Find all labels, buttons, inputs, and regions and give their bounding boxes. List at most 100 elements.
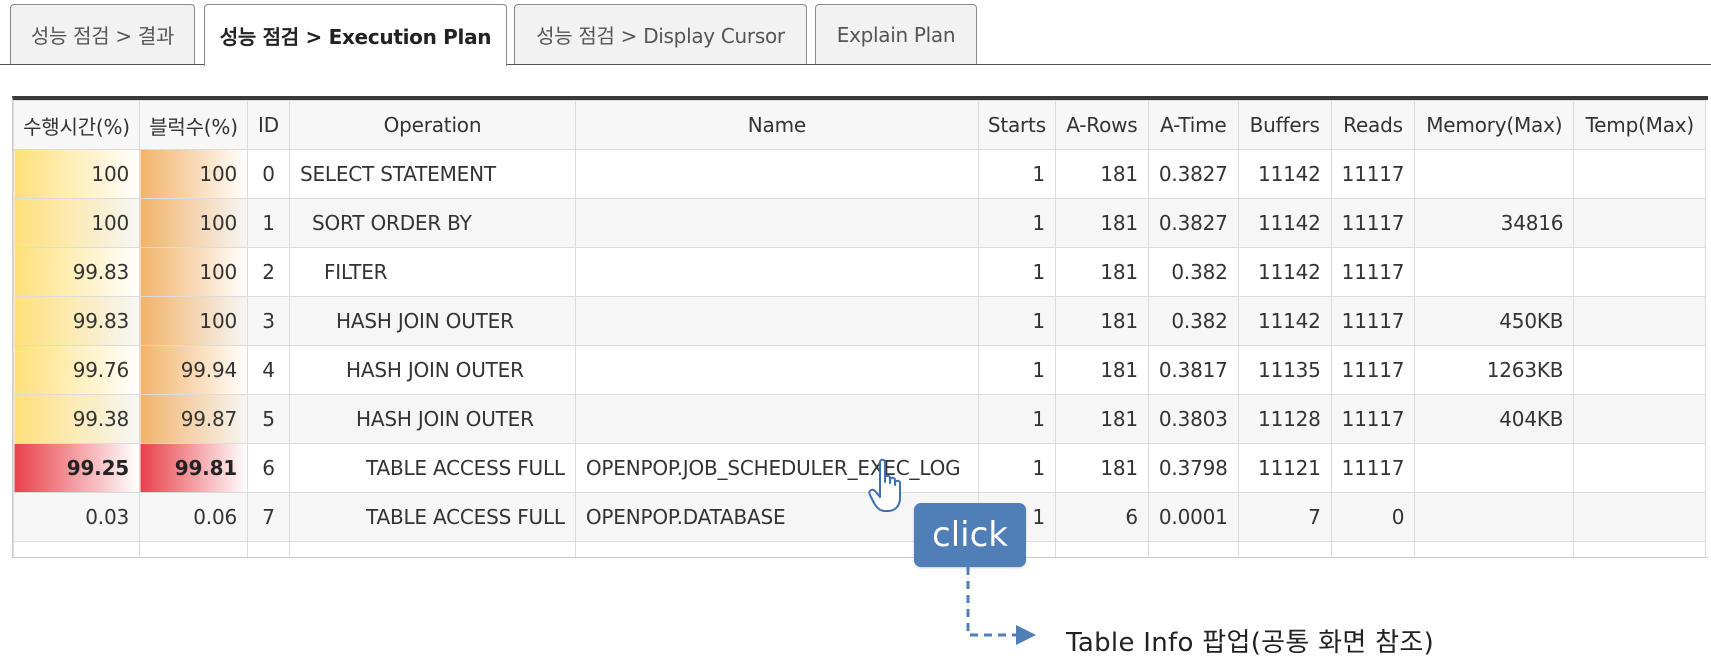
column-header-operation[interactable]: Operation [289, 100, 576, 150]
table-row[interactable]: 99.83 100 2 FILTER 1 181 0.382 11142 11117 [13, 247, 1707, 297]
table-row[interactable]: 0.03 0.06 7 TABLE ACCESS FULL OPENPOP.DATABA… [13, 492, 1707, 542]
table-row[interactable]: 99.25 99.81 6 TABLE ACCESS FULL OPENPOP.JOB_… [13, 443, 1707, 493]
cell-block-pct: 99.94 [139, 345, 248, 395]
tab-explain-plan[interactable]: Explain Plan [815, 4, 977, 64]
cell-buffers: 11128 [1237, 394, 1332, 444]
cell-buffers: 11142 [1237, 296, 1332, 346]
cell-a-time: 0.3817 [1147, 345, 1239, 395]
cell-block-pct: 100 [139, 149, 248, 199]
cell-time-pct: 99.83 [13, 296, 140, 346]
cell-memory-max [1414, 247, 1575, 297]
cell-buffers: 11135 [1237, 345, 1332, 395]
cell-reads: 11117 [1330, 198, 1416, 248]
column-header-block-pct[interactable]: 블럭수(%) [139, 100, 248, 150]
cell-reads: 11117 [1330, 443, 1416, 493]
cell-block-pct: 100 [139, 247, 248, 297]
cell-temp-max [1573, 149, 1707, 199]
tab-execution-plan[interactable]: 성능 점검 > Execution Plan [204, 4, 507, 66]
cell-time-pct: 99.76 [13, 345, 140, 395]
cell-block-pct: 100 [139, 296, 248, 346]
table-row[interactable]: 0.030.068TABLE ACCESS FULLOPENPOP.GD1260… [13, 541, 1707, 557]
cell-a-rows: 181 [1054, 198, 1149, 248]
cell-a-rows: 181 [1054, 345, 1149, 395]
cell-temp-max [1573, 345, 1707, 395]
cell-buffers: 11121 [1237, 443, 1332, 493]
cell-block-pct: 99.87 [139, 394, 248, 444]
cell-temp-max [1573, 296, 1707, 346]
cell-name [574, 247, 979, 297]
cell-reads: 11117 [1330, 394, 1416, 444]
cell-memory-max [1414, 149, 1575, 199]
column-header-memory-max[interactable]: Memory(Max) [1414, 100, 1575, 150]
column-header-a-rows[interactable]: A-Rows [1054, 100, 1149, 150]
cell-a-time: 0.3827 [1147, 198, 1239, 248]
cell-memory-max: 404KB [1414, 394, 1575, 444]
cell-a-rows: 181 [1054, 296, 1149, 346]
table-row[interactable]: 99.38 99.87 5 HASH JOIN OUTER 1 181 0.3803 1112… [13, 394, 1707, 444]
cell-id: 4 [247, 345, 290, 395]
cell-id: 5 [247, 394, 290, 444]
cell-operation: TABLE ACCESS FULL [289, 443, 576, 493]
cell-reads: 11117 [1330, 345, 1416, 395]
cell-name [574, 149, 979, 199]
column-header-starts[interactable]: Starts [977, 100, 1056, 150]
cell-a-time: 0.3803 [1147, 394, 1239, 444]
column-header-a-time[interactable]: A-Time [1147, 100, 1239, 150]
cell-time-pct: 100 [13, 149, 140, 199]
cell-time-pct: 0.03 [13, 492, 140, 542]
cell-starts: 1 [977, 345, 1056, 395]
table-row[interactable]: 100 100 1 SORT ORDER BY 1 181 0.3827 11142 11117… [13, 198, 1707, 248]
cell-temp-max [1573, 394, 1707, 444]
cell-a-time: 0.3827 [1147, 149, 1239, 199]
cell-memory-max: 450KB [1414, 296, 1575, 346]
column-header-name[interactable]: Name [574, 100, 979, 150]
cell-reads: 11117 [1330, 247, 1416, 297]
cell-buffers: 11142 [1237, 149, 1332, 199]
execution-plan-table: 수행시간(%) 블럭수(%) ID Operation Name Starts … [13, 100, 1707, 557]
column-header-buffers[interactable]: Buffers [1237, 100, 1332, 150]
cell-name [574, 345, 979, 395]
column-header-time-pct[interactable]: 수행시간(%) [13, 100, 140, 150]
cell-operation: FILTER [289, 247, 576, 297]
cell-id: 1 [247, 198, 290, 248]
cell-a-time: 0.0001 [1147, 541, 1239, 557]
cell-buffers: 7 [1237, 541, 1332, 557]
column-header-temp-max[interactable]: Temp(Max) [1573, 100, 1707, 150]
cell-time-pct: 99.25 [13, 443, 140, 493]
tab-bar: 성능 점검 > 결과 성능 점검 > Execution Plan 성능 점검 … [0, 0, 1711, 66]
cell-operation: HASH JOIN OUTER [289, 394, 576, 444]
table-header-row: 수행시간(%) 블럭수(%) ID Operation Name Starts … [13, 100, 1707, 150]
cell-name[interactable]: OPENPOP.JOB_SCHEDULER_EXEC_LOG [574, 443, 979, 493]
cell-temp-max [1573, 541, 1707, 557]
table-row[interactable]: 99.76 99.94 4 HASH JOIN OUTER 1 181 0.3817 1113… [13, 345, 1707, 395]
cell-id: 8 [247, 541, 290, 557]
cell-memory-max [1414, 443, 1575, 493]
cell-temp-max [1573, 492, 1707, 542]
cell-operation: TABLE ACCESS FULL [289, 541, 576, 557]
cell-reads: 11117 [1330, 296, 1416, 346]
cell-a-rows: 26 [1054, 541, 1149, 557]
column-header-id[interactable]: ID [247, 100, 290, 150]
cell-time-pct: 100 [13, 198, 140, 248]
cell-temp-max [1573, 198, 1707, 248]
cell-a-rows: 6 [1054, 492, 1149, 542]
table-row[interactable]: 99.83 100 3 HASH JOIN OUTER 1 181 0.382 11142 11… [13, 296, 1707, 346]
cell-a-rows: 181 [1054, 394, 1149, 444]
cell-memory-max [1414, 541, 1575, 557]
cell-block-pct: 99.81 [139, 443, 248, 493]
cell-memory-max: 1263KB [1414, 345, 1575, 395]
execution-plan-grid[interactable]: 수행시간(%) 블럭수(%) ID Operation Name Starts … [12, 96, 1708, 558]
cell-starts: 1 [977, 247, 1056, 297]
cell-a-time: 0.382 [1147, 296, 1239, 346]
cell-temp-max [1573, 443, 1707, 493]
hand-pointer-icon [868, 458, 901, 512]
cell-temp-max [1573, 247, 1707, 297]
table-row[interactable]: 100 100 0 SELECT STATEMENT 1 181 0.3827 11142 11… [13, 149, 1707, 199]
column-header-reads[interactable]: Reads [1330, 100, 1416, 150]
cell-block-pct: 100 [139, 198, 248, 248]
cell-operation: SELECT STATEMENT [289, 149, 576, 199]
tab-performance-result[interactable]: 성능 점검 > 결과 [10, 4, 195, 64]
tab-display-cursor[interactable]: 성능 점검 > Display Cursor [514, 4, 807, 64]
cell-starts: 1 [977, 394, 1056, 444]
click-badge: click [914, 503, 1026, 567]
